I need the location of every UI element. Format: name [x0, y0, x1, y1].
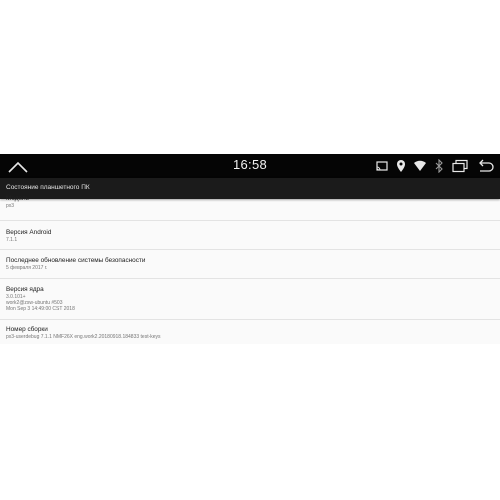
item-label: Модель: [6, 195, 29, 202]
status-bar: 16:58: [0, 154, 500, 178]
list-item-security-patch[interactable]: Последнее обновление системы безопасност…: [0, 250, 500, 279]
item-value: 7.1.1: [6, 237, 18, 243]
item-label: Версия Android: [6, 229, 52, 236]
item-value: 3.0.101+ work2@zsw-ubuntu #503 Mon Sep 3…: [6, 294, 75, 312]
list-item-model[interactable]: Модель px3: [0, 195, 500, 221]
item-value: 5 февраля 2017 г.: [6, 265, 48, 271]
page-title: Состояние планшетного ПК: [6, 184, 90, 191]
list-item-build-number[interactable]: Номер сборки px3-userdebug 7.1.1 NMF26X …: [0, 320, 500, 344]
bluetooth-icon: [434, 159, 444, 173]
list-item-android-version[interactable]: Версия Android 7.1.1: [0, 221, 500, 250]
item-value: px3-userdebug 7.1.1 NMF26X eng.work2.201…: [6, 334, 161, 340]
back-icon[interactable]: [476, 159, 494, 173]
item-label: Версия ядра: [6, 286, 44, 293]
android-screen: 16:58 Состояние планшетного ПК Модель px…: [0, 154, 500, 344]
item-label: Последнее обновление системы безопасност…: [6, 257, 146, 264]
recent-apps-icon[interactable]: [451, 159, 469, 173]
wifi-icon: [413, 159, 427, 173]
location-icon: [396, 159, 406, 173]
item-value: px3: [6, 203, 15, 209]
item-label: Номер сборки: [6, 326, 48, 333]
settings-list: Модель px3 Версия Android 7.1.1 Последне…: [0, 195, 500, 344]
status-icons: [368, 159, 494, 173]
list-item-kernel-version[interactable]: Версия ядра 3.0.101+ work2@zsw-ubuntu #5…: [0, 279, 500, 320]
cast-icon: [375, 159, 389, 173]
